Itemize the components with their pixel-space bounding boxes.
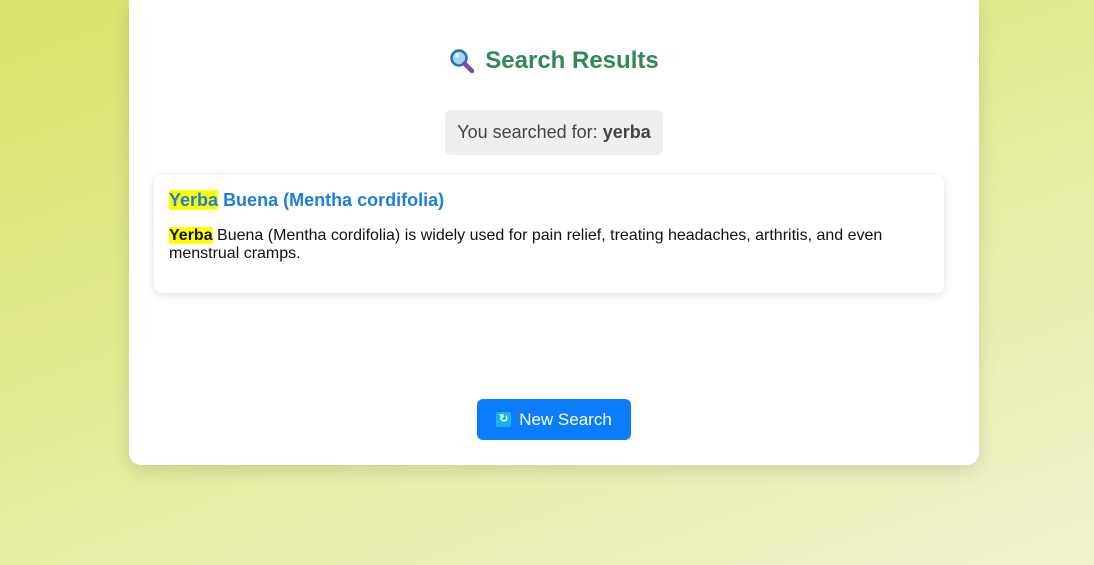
result-card: Yerba Buena (Mentha cordifolia) Yerba Bu… [154,175,944,293]
new-search-label: New Search [519,409,612,429]
magnifying-glass-icon [450,49,475,74]
query-label: You searched for: [457,122,598,142]
page-title-text: Search Results [485,47,659,74]
result-title[interactable]: Yerba Buena (Mentha cordifolia) [169,189,929,211]
new-search-button[interactable]: ↻ New Search [477,399,631,440]
page-title: Search Results [129,47,979,75]
search-query-summary: You searched for: yerba [445,110,663,155]
result-title-rest: Buena (Mentha cordifolia) [223,190,445,210]
results-card: Search Results You searched for: yerba Y… [129,0,979,465]
result-desc-highlight: Yerba [169,227,213,244]
result-title-highlight: Yerba [169,190,219,210]
result-desc-rest: Buena (Mentha cordifolia) is widely used… [169,227,883,262]
refresh-icon: ↻ [496,412,512,427]
result-description: Yerba Buena (Mentha cordifolia) is widel… [169,227,929,263]
query-term: yerba [602,122,651,142]
